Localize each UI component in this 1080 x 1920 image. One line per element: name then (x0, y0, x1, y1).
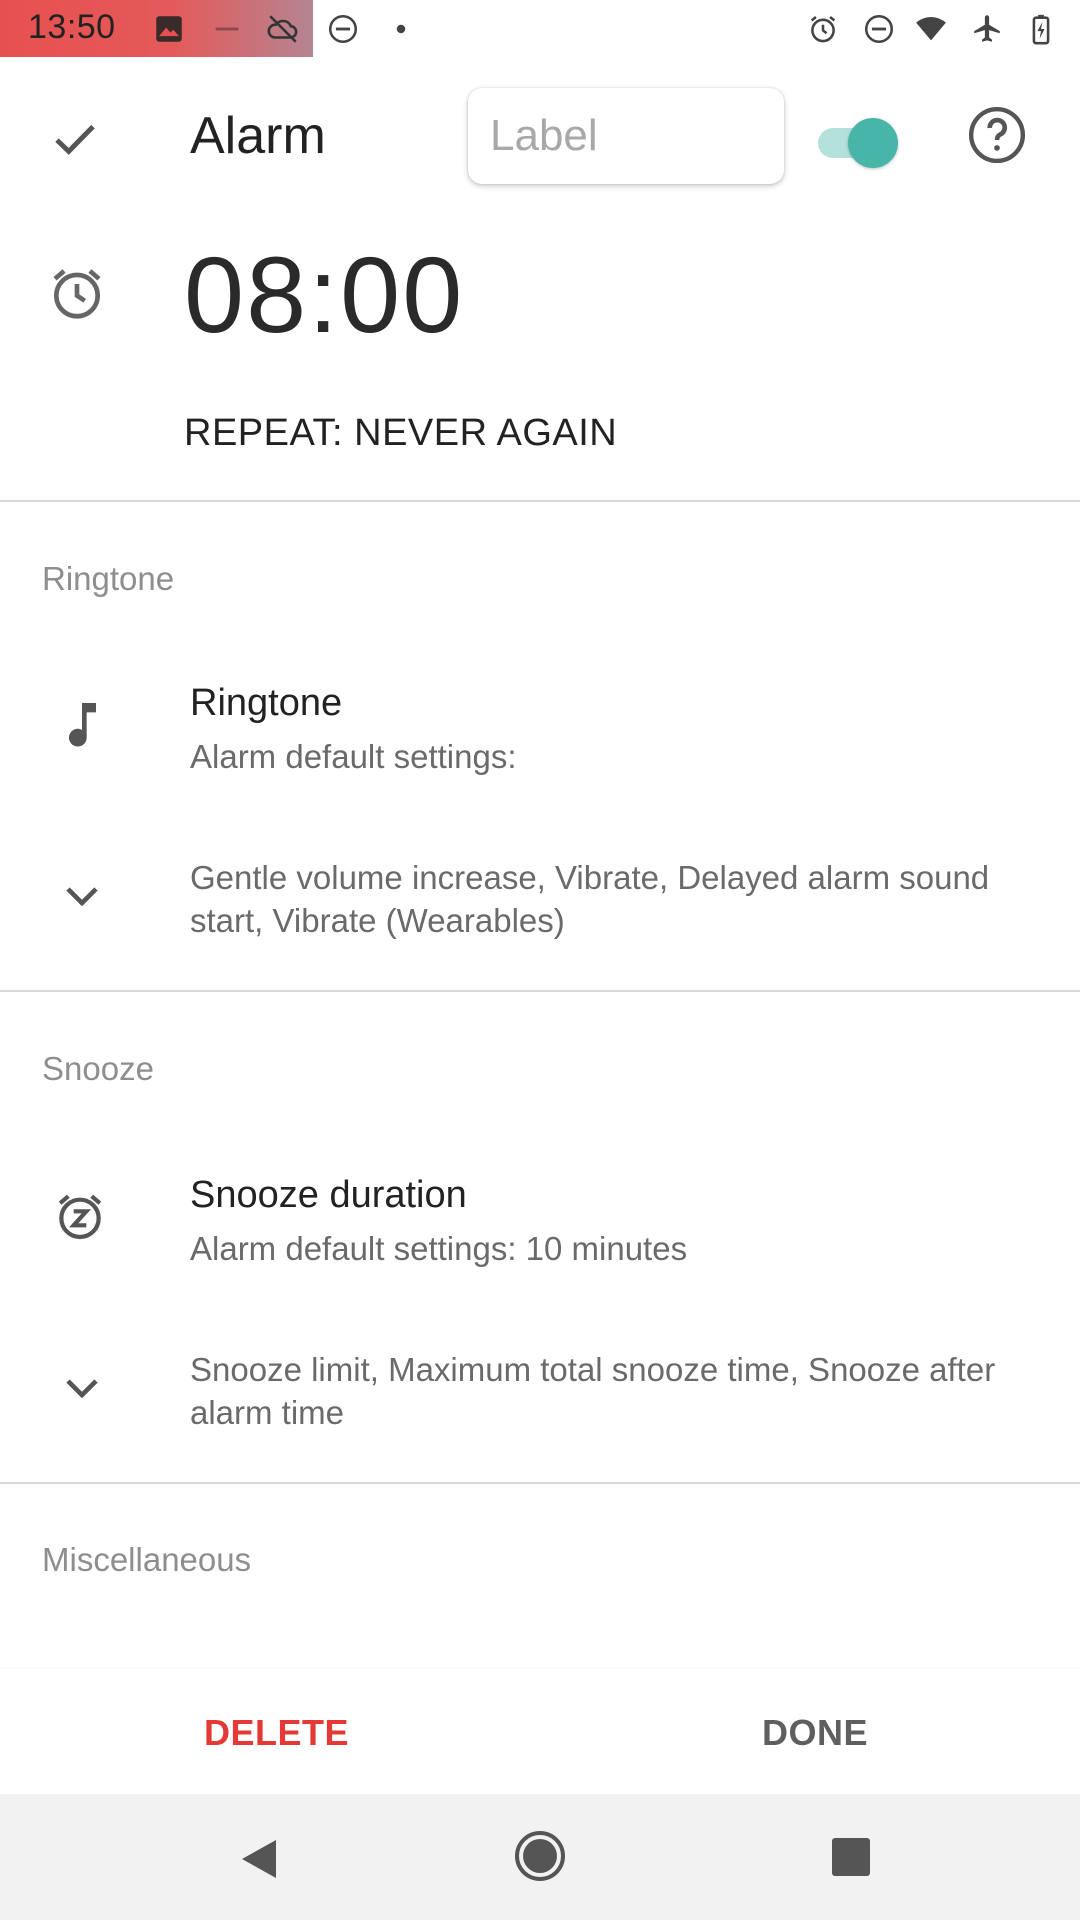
cloud-off-icon (266, 12, 300, 46)
help-icon (968, 106, 1026, 164)
alarm-icon (806, 12, 840, 46)
alarm-time[interactable]: 08:00 (184, 232, 464, 357)
chevron-down-icon[interactable] (54, 868, 110, 924)
section-header-miscellaneous: Miscellaneous (42, 1541, 252, 1578)
delete-button[interactable]: DELETE (204, 1712, 349, 1754)
done-button[interactable]: DONE (762, 1712, 868, 1754)
wifi-icon (914, 12, 948, 46)
airplane-icon (970, 12, 1004, 46)
bottom-action-bar (0, 1668, 1080, 1794)
divider (0, 990, 1080, 992)
ringtone-more-options[interactable]: Gentle volume increase, Vibrate, Delayed… (190, 856, 1030, 942)
snooze-duration-subtitle: Alarm default settings: 10 minutes (190, 1230, 688, 1267)
minus-icon (210, 12, 244, 46)
confirm-button[interactable] (40, 104, 110, 174)
label-input[interactable] (468, 88, 784, 184)
ringtone-title: Ringtone (190, 682, 343, 724)
do-not-disturb-icon-2 (862, 12, 896, 46)
toggle-thumb (848, 118, 898, 168)
snooze-duration-title: Snooze duration (190, 1174, 467, 1216)
status-time: 13:50 (28, 8, 116, 46)
divider (0, 500, 1080, 502)
snooze-more-options[interactable]: Snooze limit, Maximum total snooze time,… (190, 1348, 1030, 1434)
divider (0, 1482, 1080, 1484)
section-header-snooze: Snooze (42, 1050, 154, 1087)
ringtone-setting-row[interactable] (0, 664, 1080, 794)
battery-charging-icon (1024, 12, 1058, 46)
help-button[interactable] (966, 104, 1028, 166)
page-title: Alarm (190, 107, 326, 165)
check-icon (55, 124, 95, 155)
alarm-enable-toggle[interactable] (818, 112, 902, 172)
dot-icon (384, 12, 418, 46)
back-icon[interactable] (236, 1834, 284, 1884)
section-header-ringtone: Ringtone (42, 560, 175, 597)
alarm-clock-icon (46, 262, 108, 324)
chevron-down-icon[interactable] (54, 1360, 110, 1416)
home-icon[interactable] (514, 1830, 566, 1882)
repeat-setting[interactable]: REPEAT: NEVER AGAIN (184, 412, 617, 455)
recents-icon[interactable] (830, 1836, 872, 1878)
ringtone-subtitle: Alarm default settings: (190, 738, 517, 775)
image-icon (152, 12, 186, 46)
do-not-disturb-icon (326, 12, 360, 46)
